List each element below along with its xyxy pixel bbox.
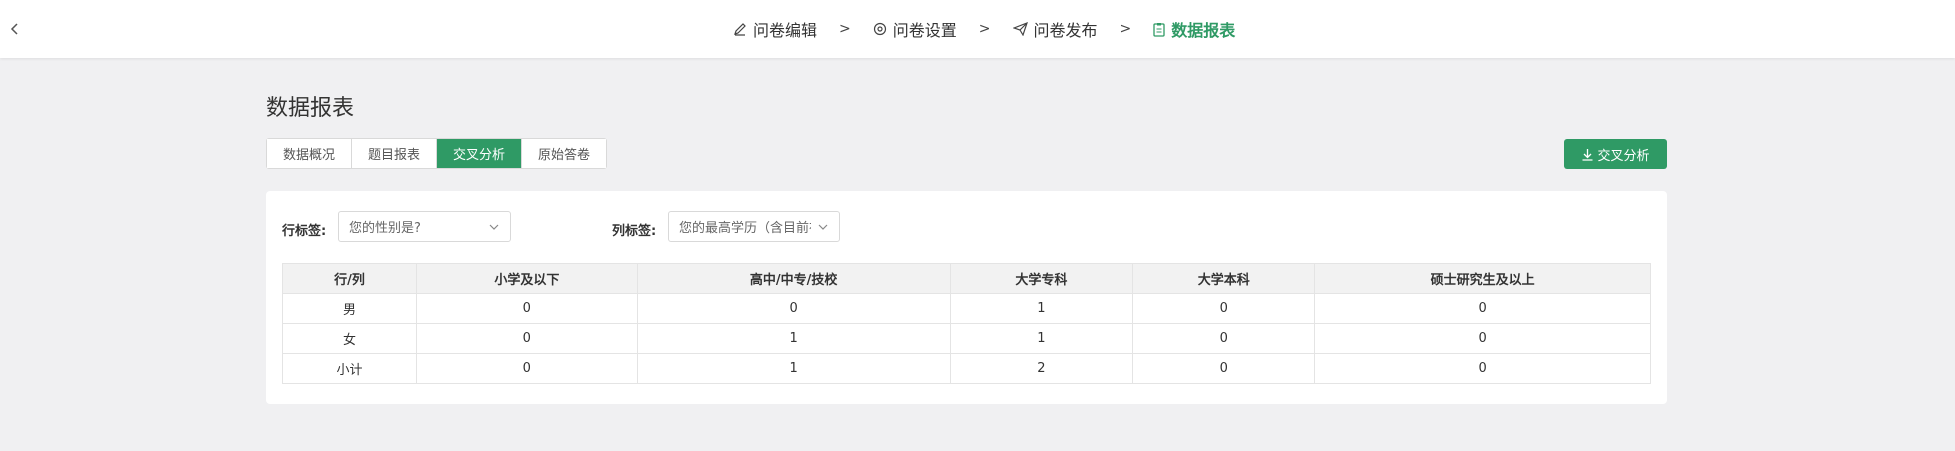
pencil-icon <box>734 23 746 36</box>
table-header-row: 行/列 小学及以下 高中/中专/技校 大学专科 大学本科 硕士研究生及以上 <box>282 263 1651 294</box>
step-settings-label: 问卷设置 <box>892 21 957 40</box>
table-cell: 1 <box>949 293 1134 324</box>
table-cell: 1 <box>949 323 1134 354</box>
column-label-select[interactable]: 您的最高学历（含目前在读 <box>668 211 840 242</box>
download-icon <box>1582 148 1593 161</box>
chevron-down-icon <box>489 224 499 230</box>
tab-cross-analysis[interactable]: 交叉分析 <box>437 139 523 168</box>
table-cell: 1 <box>636 353 951 384</box>
step-settings[interactable]: 问卷设置 <box>873 17 957 41</box>
row-label-select[interactable]: 您的性别是? <box>338 211 511 242</box>
chevron-down-icon <box>818 224 828 230</box>
column-header: 大学专科 <box>949 263 1134 294</box>
clipboard-icon <box>1153 22 1165 37</box>
cross-analysis-card: 行标签: 您的性别是? 列标签: 您的最高学历（含目前在读 行/列 小学及以下 … <box>266 191 1667 404</box>
table-cell: 0 <box>1132 323 1316 354</box>
step-report[interactable]: 数据报表 <box>1153 17 1235 41</box>
table-cell: 0 <box>415 353 638 384</box>
export-button-label: 交叉分析 <box>1597 148 1650 164</box>
column-label-value: 您的最高学历（含目前在读 <box>679 221 811 236</box>
export-cross-analysis-button[interactable]: 交叉分析 <box>1564 139 1667 169</box>
table-cell: 0 <box>415 293 638 324</box>
table-cell: 男 <box>282 293 417 324</box>
table-cell: 0 <box>636 293 951 324</box>
column-header: 硕士研究生及以上 <box>1314 263 1651 294</box>
top-bar: 问卷编辑 > 问卷设置 > 问卷发布 > 数据报表 <box>0 0 1955 58</box>
step-publish[interactable]: 问卷发布 <box>1012 17 1098 41</box>
column-header: 行/列 <box>282 263 417 294</box>
step-report-label: 数据报表 <box>1171 21 1236 40</box>
table-cell: 1 <box>636 323 951 354</box>
table-row: 男 0 0 1 0 0 <box>282 293 1651 324</box>
tab-question-report[interactable]: 题目报表 <box>352 139 438 168</box>
table-cell: 0 <box>1314 353 1651 384</box>
column-label-caption: 列标签: <box>612 224 657 239</box>
table-cell: 0 <box>1314 293 1651 324</box>
table-row: 女 0 1 1 0 0 <box>282 323 1651 354</box>
table-cell: 0 <box>1314 323 1651 354</box>
tab-data-overview[interactable]: 数据概况 <box>267 139 353 168</box>
gear-icon <box>873 22 886 36</box>
step-edit[interactable]: 问卷编辑 <box>733 17 817 41</box>
table-cell: 0 <box>415 323 638 354</box>
back-arrow-icon[interactable] <box>6 18 22 40</box>
table-cell: 0 <box>1132 293 1316 324</box>
step-separator: > <box>1119 21 1132 37</box>
step-separator: > <box>978 21 991 37</box>
send-icon <box>1012 22 1028 36</box>
cross-table: 行/列 小学及以下 高中/中专/技校 大学专科 大学本科 硕士研究生及以上 男 … <box>282 263 1651 384</box>
row-label-value: 您的性别是? <box>349 221 421 236</box>
step-publish-label: 问卷发布 <box>1033 21 1098 40</box>
table-row-subtotal: 小计 0 1 2 0 0 <box>282 353 1651 384</box>
step-separator: > <box>839 21 851 37</box>
column-header: 小学及以下 <box>415 263 638 294</box>
step-edit-label: 问卷编辑 <box>753 21 818 40</box>
step-navigation: 问卷编辑 > 问卷设置 > 问卷发布 > 数据报表 <box>733 0 1235 58</box>
tab-raw-answers[interactable]: 原始答卷 <box>522 139 607 168</box>
table-cell: 女 <box>282 323 417 354</box>
page-title: 数据报表 <box>266 96 355 121</box>
table-cell: 2 <box>949 353 1134 384</box>
table-cell: 小计 <box>282 353 417 384</box>
table-cell: 0 <box>1132 353 1316 384</box>
column-header: 大学本科 <box>1132 263 1316 294</box>
row-label-caption: 行标签: <box>282 224 327 239</box>
column-header: 高中/中专/技校 <box>636 263 951 294</box>
report-tabs: 数据概况 题目报表 交叉分析 原始答卷 <box>266 138 608 169</box>
